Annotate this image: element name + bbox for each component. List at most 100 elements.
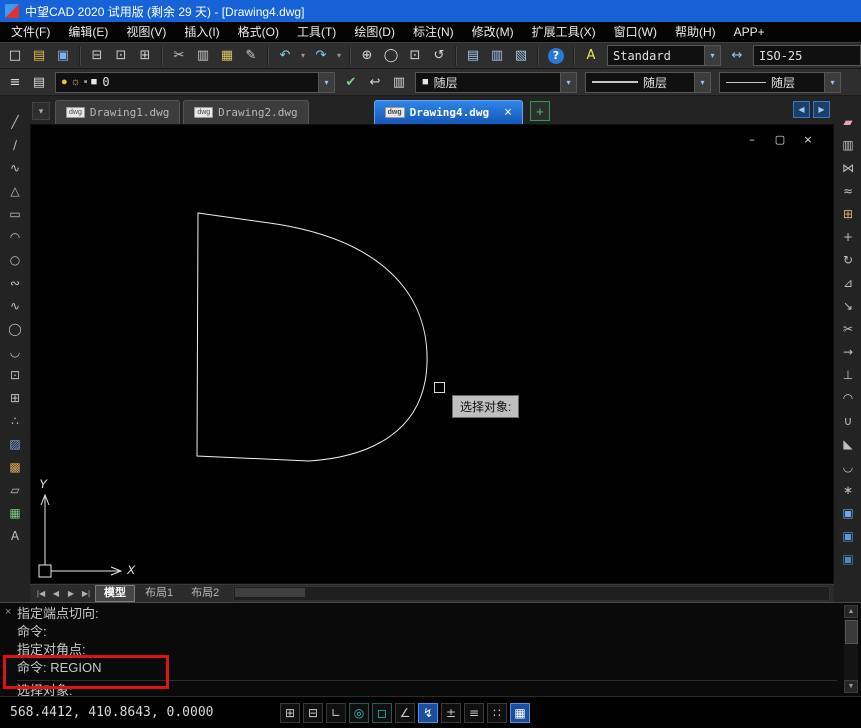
rotate-icon[interactable]: ↻ <box>838 250 859 270</box>
scrollbar-thumb[interactable] <box>235 588 305 597</box>
offset-icon[interactable]: ≈ <box>838 181 859 201</box>
zoom-window-icon[interactable]: ⊡ <box>404 45 426 66</box>
layer-properties-icon[interactable]: ≡ <box>4 72 26 93</box>
print-preview-icon[interactable]: ⊡ <box>110 45 132 66</box>
close-tab-icon[interactable]: × <box>504 105 512 120</box>
mirror-icon[interactable]: ⋈ <box>838 158 859 178</box>
paste-icon[interactable]: ▦ <box>216 45 238 66</box>
chevron-down-icon[interactable]: ▾ <box>824 73 840 92</box>
line-icon[interactable]: ╱ <box>5 112 26 132</box>
layout2-tab[interactable]: 布局2 <box>183 586 227 601</box>
new-drawing-button[interactable]: + <box>530 101 550 121</box>
plot-icon[interactable]: ⊟ <box>86 45 108 66</box>
explode-icon[interactable]: ∗ <box>838 480 859 500</box>
workspace-icon[interactable]: ▦ <box>510 703 530 723</box>
scroll-down-icon[interactable]: ▼ <box>844 680 858 693</box>
menu-express[interactable]: 扩展工具(X) <box>523 22 605 42</box>
pan-icon[interactable]: ⊕ <box>356 45 378 66</box>
tab-drawing1[interactable]: dwg Drawing1.dwg <box>55 100 180 124</box>
lineweight-icon[interactable]: ± <box>441 703 461 723</box>
menu-dimension[interactable]: 标注(N) <box>404 22 463 42</box>
menu-draw[interactable]: 绘图(D) <box>345 22 404 42</box>
scrollbar-track[interactable] <box>844 618 858 680</box>
layer-freeze-icon[interactable]: ☼ <box>71 77 81 88</box>
next-layout-button[interactable]: ▶ <box>64 587 78 601</box>
menu-insert[interactable]: 插入(I) <box>175 22 228 42</box>
stretch-icon[interactable]: ↘ <box>838 296 859 316</box>
command-scrollbar[interactable]: ▲ ▼ <box>844 605 858 693</box>
menu-view[interactable]: 视图(V) <box>117 22 175 42</box>
layer-on-icon[interactable]: ● <box>61 77 68 88</box>
dim-style-icon[interactable]: ↔ <box>726 45 748 66</box>
zoom-realtime-icon[interactable]: ◯ <box>380 45 402 66</box>
layer-previous-icon[interactable]: ↩ <box>364 72 386 93</box>
chevron-down-icon[interactable]: ▾ <box>704 46 720 65</box>
arc-icon[interactable]: ◠ <box>5 227 26 247</box>
menu-window[interactable]: 窗口(W) <box>605 22 666 42</box>
toolpalettes-icon[interactable]: ▧ <box>510 45 532 66</box>
grid-icon[interactable]: ⊞ <box>280 703 300 723</box>
fillet-icon[interactable]: ◡ <box>838 457 859 477</box>
osnap-icon[interactable]: ◻ <box>372 703 392 723</box>
redo-icon[interactable]: ↷ <box>310 45 332 66</box>
draworder-back-icon[interactable]: ▣ <box>838 526 859 546</box>
otrack-icon[interactable]: ∠ <box>395 703 415 723</box>
redo-dropdown-icon[interactable]: ▾ <box>334 45 344 66</box>
cut-icon[interactable]: ✂ <box>168 45 190 66</box>
chevron-down-icon[interactable]: ▾ <box>318 73 334 92</box>
make-block-icon[interactable]: ⊞ <box>5 388 26 408</box>
minimize-document-button[interactable]: – <box>745 133 759 146</box>
menu-app[interactable]: APP+ <box>725 22 774 42</box>
move-icon[interactable]: + <box>838 227 859 247</box>
revision-cloud-icon[interactable]: ∾ <box>5 273 26 293</box>
match-layer-icon[interactable]: ▣ <box>838 549 859 569</box>
dynamic-input-icon[interactable]: ↯ <box>418 703 438 723</box>
snap-icon[interactable]: ⊟ <box>303 703 323 723</box>
tab-drawing2[interactable]: dwg Drawing2.dwg <box>183 100 308 124</box>
scroll-up-icon[interactable]: ▲ <box>844 605 858 618</box>
menu-tools[interactable]: 工具(T) <box>288 22 345 42</box>
scale-icon[interactable]: ⊿ <box>838 273 859 293</box>
polar-icon[interactable]: ◎ <box>349 703 369 723</box>
ellipse-icon[interactable]: ◯ <box>5 319 26 339</box>
text-style-combo[interactable]: Standard ▾ <box>607 45 721 66</box>
properties-palette-icon[interactable]: ▤ <box>462 45 484 66</box>
array-icon[interactable]: ⊞ <box>838 204 859 224</box>
text-style-icon[interactable]: A <box>580 45 602 66</box>
table-icon[interactable]: ▦ <box>5 503 26 523</box>
insert-block-icon[interactable]: ⊡ <box>5 365 26 385</box>
break-icon[interactable]: ◠ <box>838 388 859 408</box>
linetype-combo[interactable]: 随层 ▾ <box>585 72 711 93</box>
menu-help[interactable]: 帮助(H) <box>666 22 725 42</box>
rectangle-icon[interactable]: ▭ <box>5 204 26 224</box>
help-icon[interactable]: ? <box>548 48 564 64</box>
quick-menu-icon[interactable]: ≡ <box>464 703 484 723</box>
layer-color-swatch[interactable]: ■ <box>91 77 98 88</box>
publish-icon[interactable]: ⊞ <box>134 45 156 66</box>
hatch-icon[interactable]: ▨ <box>5 434 26 454</box>
copy-icon[interactable]: ▥ <box>838 135 859 155</box>
make-layer-current-icon[interactable]: ✔ <box>340 72 362 93</box>
polyline-icon[interactable]: ∿ <box>5 158 26 178</box>
designcenter-icon[interactable]: ▥ <box>486 45 508 66</box>
open-file-icon[interactable]: ▤ <box>28 45 50 66</box>
point-icon[interactable]: ∴ <box>5 411 26 431</box>
trim-icon[interactable]: ✂ <box>838 319 859 339</box>
break-at-point-icon[interactable]: ⊥ <box>838 365 859 385</box>
horizontal-scrollbar[interactable] <box>233 586 830 601</box>
close-document-button[interactable]: × <box>801 133 815 146</box>
model-tab[interactable]: 模型 <box>95 585 135 602</box>
prev-layout-button[interactable]: ◀ <box>49 587 63 601</box>
extend-icon[interactable]: → <box>838 342 859 362</box>
menu-edit[interactable]: 编辑(E) <box>59 22 117 42</box>
undo-dropdown-icon[interactable]: ▾ <box>298 45 308 66</box>
drawn-shape[interactable] <box>31 125 835 583</box>
tab-scroll-right-button[interactable]: ▶ <box>813 101 830 118</box>
chevron-down-icon[interactable]: ▾ <box>560 73 576 92</box>
drawing-canvas[interactable]: –▢× Y X 选择对象: <box>30 124 834 584</box>
point-filter-icon[interactable]: ∷ <box>487 703 507 723</box>
layer-isolate-icon[interactable]: ▥ <box>388 72 410 93</box>
erase-icon[interactable]: ▰ <box>838 112 859 132</box>
undo-icon[interactable]: ↶ <box>274 45 296 66</box>
first-layout-button[interactable]: |◀ <box>34 587 48 601</box>
